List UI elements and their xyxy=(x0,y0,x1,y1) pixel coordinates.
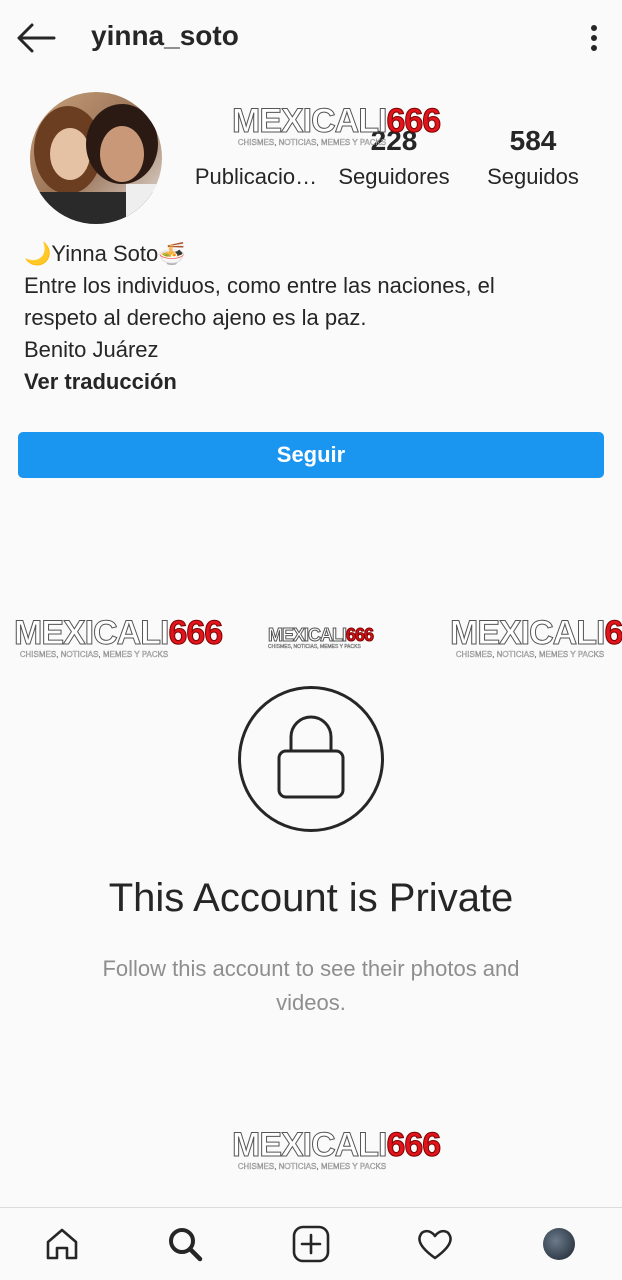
private-account-subtitle: Follow this account to see their photos … xyxy=(102,956,520,1015)
home-icon[interactable] xyxy=(42,1224,82,1264)
bio-line: respeto al derecho ajeno es la paz. xyxy=(24,305,367,330)
new-post-icon[interactable] xyxy=(291,1224,331,1264)
posts-label: Publicacio… xyxy=(194,164,318,189)
private-account-title: This Account is Private xyxy=(108,876,514,920)
search-icon[interactable] xyxy=(165,1224,205,1264)
bio-line: Entre los individuos, como entre las nac… xyxy=(24,273,495,298)
profile-avatar[interactable] xyxy=(543,1228,575,1260)
watermark-logo: MEXICALI666 CHISMES, NOTICIAS, MEMES Y P… xyxy=(267,625,374,651)
follow-button[interactable]: Seguir xyxy=(18,432,604,478)
following-count[interactable]: 584 Seguidos xyxy=(470,124,596,192)
profile-avatar[interactable] xyxy=(30,92,162,224)
watermark-logo: MEXICALI666 CHISMES, NOTICIAS, MEMES Y P… xyxy=(449,614,622,660)
top-bar: yinna_soto xyxy=(0,0,622,78)
see-translation-link[interactable]: Ver traducción xyxy=(24,366,604,398)
lock-icon xyxy=(238,686,384,832)
profile-page: yinna_soto Publicacio… 228 Seguidores 58… xyxy=(0,0,622,1280)
following-label: Seguidos xyxy=(487,164,579,189)
watermark-logo: MEXICALI666 CHISMES, NOTICIAS, MEMES Y P… xyxy=(13,614,223,660)
back-arrow-icon[interactable] xyxy=(14,20,58,56)
watermark-logo: MEXICALI666 CHISMES, NOTICIAS, MEMES Y P… xyxy=(231,1126,441,1172)
watermark-logo: MEXICALI666 CHISMES, NOTICIAS, MEMES Y P… xyxy=(231,102,441,148)
bio-section: 🌙Yinna Soto🍜 Entre los individuos, como … xyxy=(24,238,604,398)
more-options-icon[interactable] xyxy=(580,22,608,54)
display-name: 🌙Yinna Soto🍜 xyxy=(24,241,186,266)
following-number: 584 xyxy=(509,125,557,156)
followers-label: Seguidores xyxy=(338,164,450,189)
username-title: yinna_soto xyxy=(91,20,239,51)
bottom-navigation xyxy=(0,1207,622,1280)
bio-line: Benito Juárez xyxy=(24,337,159,362)
activity-heart-icon[interactable] xyxy=(415,1224,455,1264)
